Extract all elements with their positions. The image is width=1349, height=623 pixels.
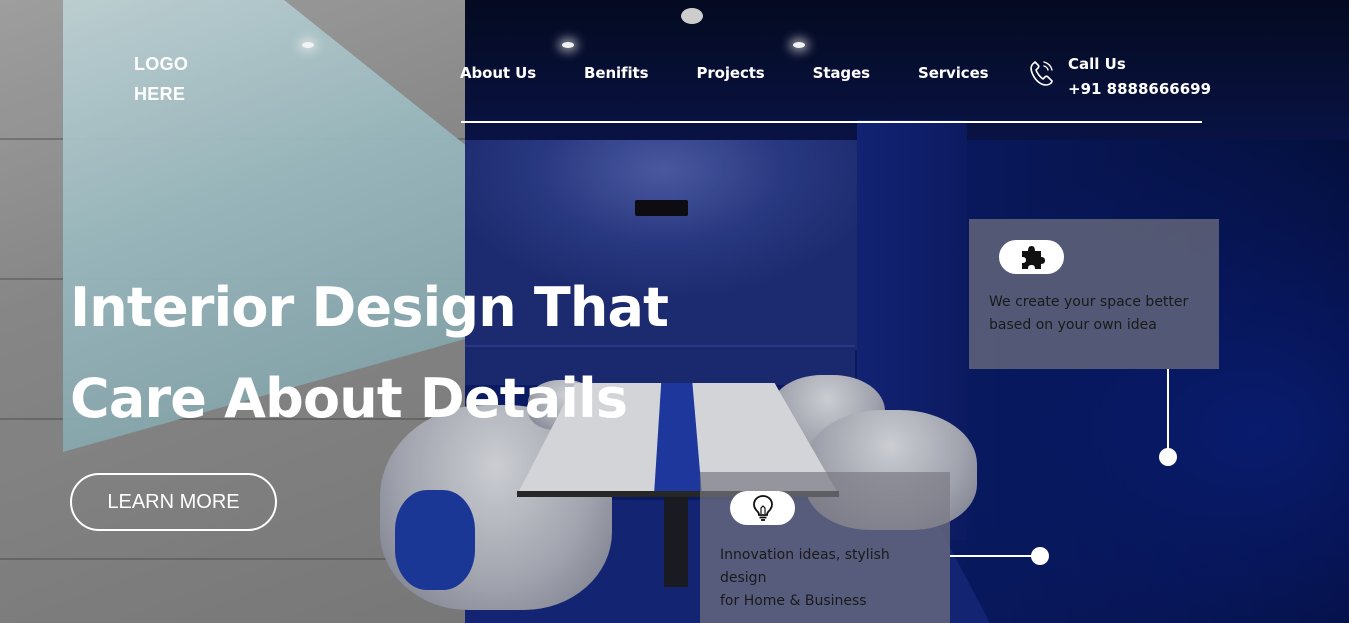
hero-title-line-1: Interior Design That: [70, 276, 669, 339]
nav-stages[interactable]: Stages: [813, 64, 870, 82]
nav-benefits[interactable]: Benifits: [584, 64, 649, 82]
learn-more-button[interactable]: LEARN MORE: [70, 473, 277, 531]
feature-icon-badge: [999, 240, 1064, 274]
connector-dot: [1159, 448, 1177, 466]
feature-card-space: We create your space better based on you…: [969, 219, 1219, 369]
feature-card-innovation: Innovation ideas, stylish design for Hom…: [700, 472, 950, 623]
feature-text: Innovation ideas, stylish design for Hom…: [720, 544, 940, 613]
nav-projects[interactable]: Projects: [696, 64, 764, 82]
feature-icon-badge: [730, 491, 795, 525]
puzzle-icon: [1021, 246, 1045, 269]
call-label: Call Us: [1068, 55, 1126, 73]
nav-about-us[interactable]: About Us: [460, 64, 536, 82]
hero-title-line-2: Care About Details: [70, 367, 628, 430]
call-number[interactable]: +91 8888666699: [1068, 77, 1211, 102]
logo-line-1: LOGO: [134, 54, 189, 74]
connector-dot: [1031, 547, 1049, 565]
main-nav: About Us Benifits Projects Stages Servic…: [460, 64, 989, 82]
call-us[interactable]: Call Us +91 8888666699: [1028, 52, 1211, 102]
lightbulb-icon: [752, 495, 773, 521]
phone-icon: [1030, 61, 1053, 86]
feature-text-line-1: Innovation ideas, stylish design: [720, 547, 890, 586]
call-text: Call Us +91 8888666699: [1068, 52, 1211, 102]
connector-line: [950, 555, 1034, 557]
header-divider: [461, 121, 1202, 123]
hero-title: Interior Design That Care About Details: [70, 262, 710, 444]
feature-text: We create your space better based on you…: [989, 294, 1189, 333]
logo[interactable]: LOGO HERE: [134, 49, 224, 109]
feature-text-line-2: for Home & Business: [720, 593, 867, 609]
nav-services[interactable]: Services: [918, 64, 989, 82]
connector-line: [1167, 369, 1169, 451]
logo-line-2: HERE: [134, 84, 186, 104]
